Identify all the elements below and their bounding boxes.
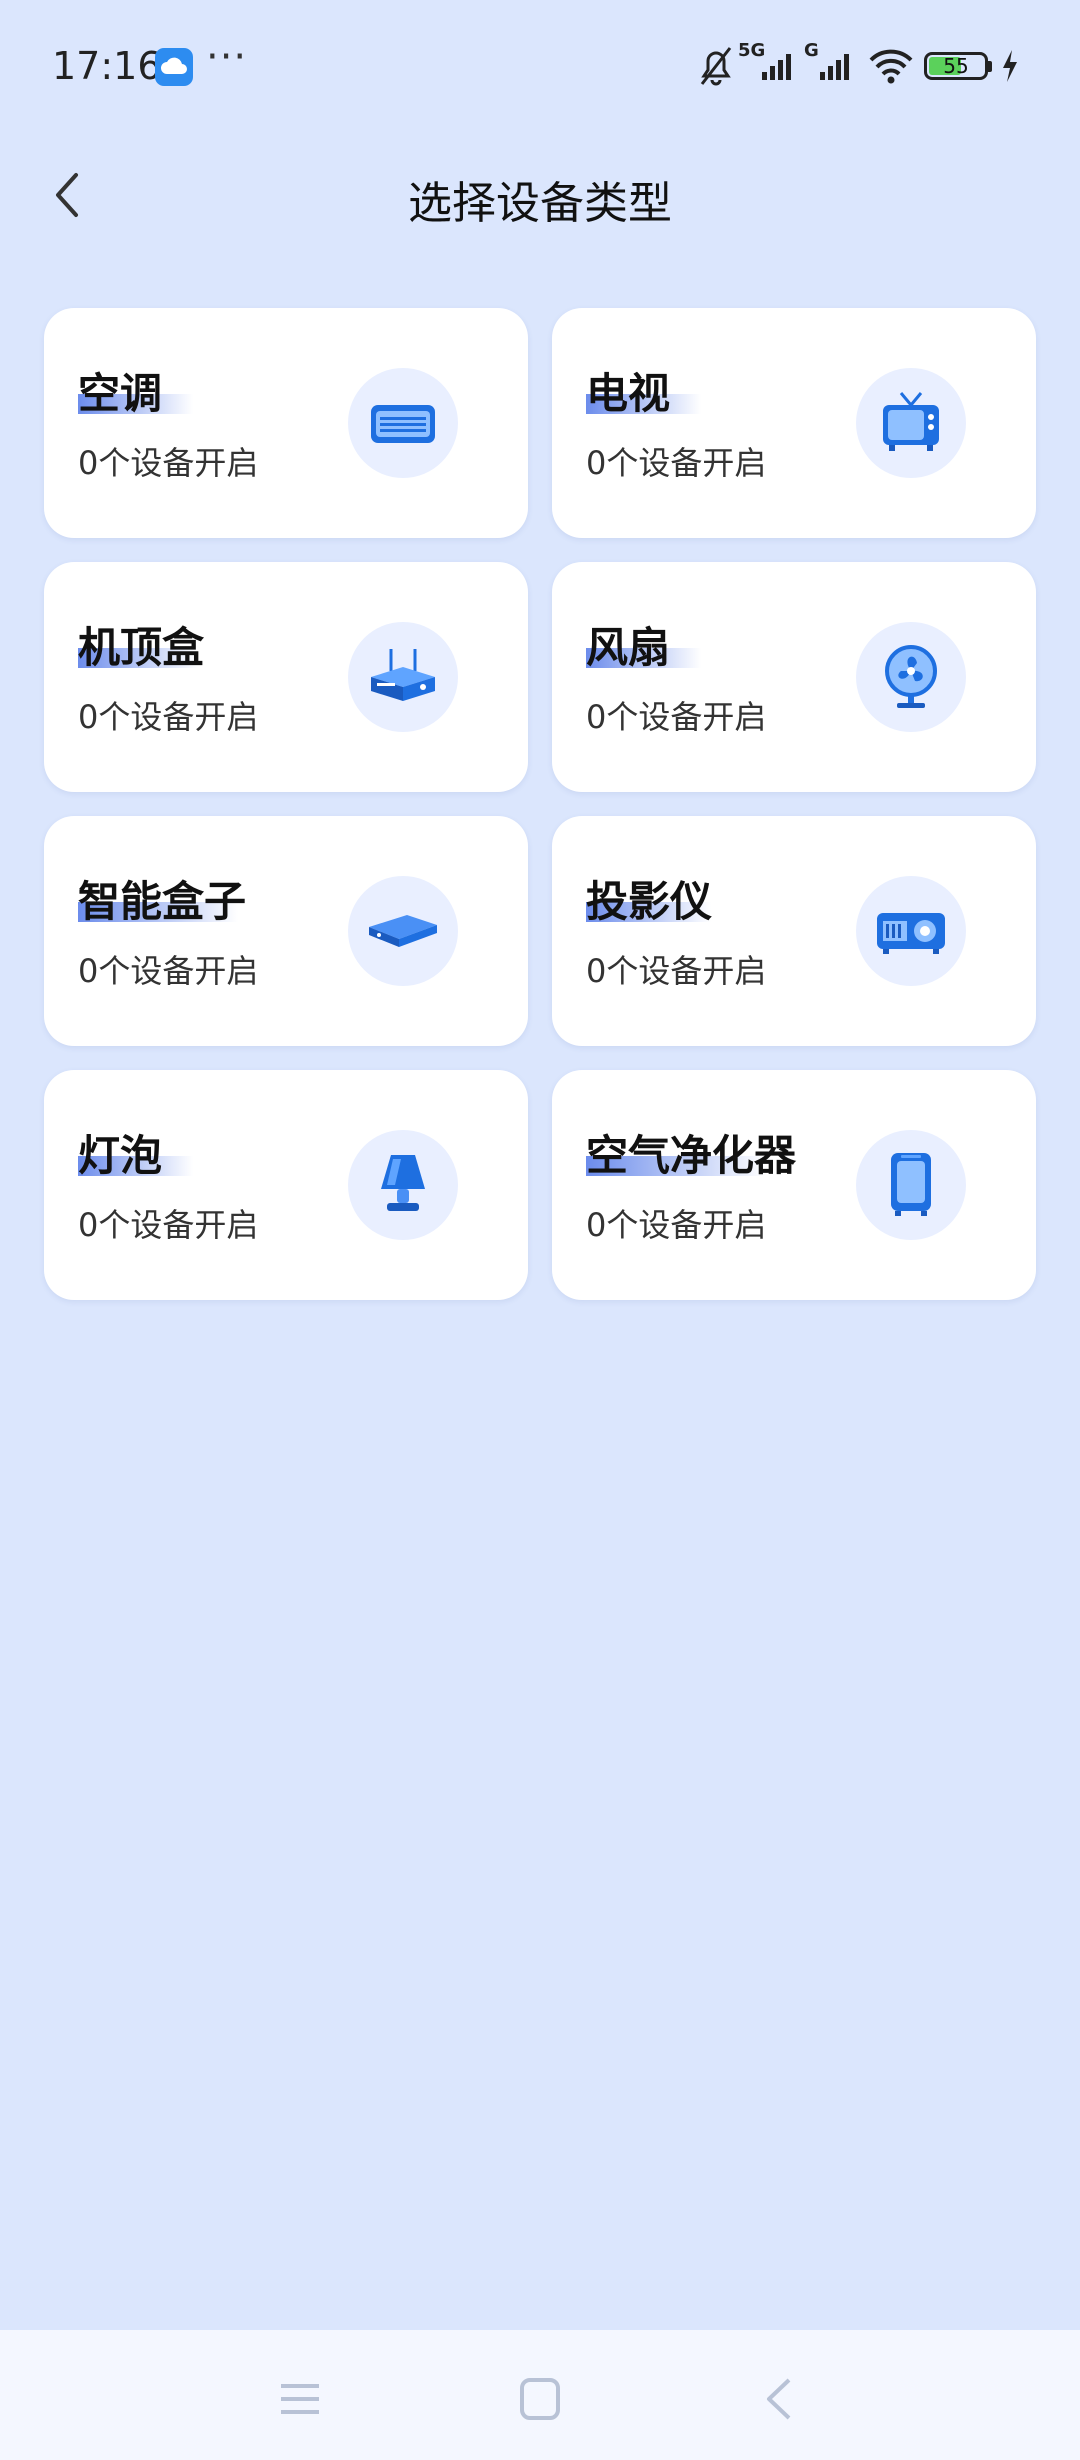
card-title: 智能盒子 — [78, 877, 247, 926]
device-icon-bubble — [856, 1130, 966, 1240]
smart-box-icon — [369, 915, 437, 947]
device-card-tv[interactable]: 电视 0个设备开启 — [552, 308, 1036, 538]
card-title: 电视 — [586, 360, 701, 421]
device-icon-bubble — [348, 622, 458, 732]
card-status: 0个设备开启 — [586, 444, 767, 482]
air-conditioner-icon — [371, 405, 435, 443]
card-title: 空气净化器 — [586, 1131, 797, 1180]
device-card-air-conditioner[interactable]: 空调 0个设备开启 — [44, 308, 528, 538]
cloud-app-icon — [155, 48, 193, 86]
battery-tip — [988, 61, 992, 72]
battery-level: 55 — [943, 54, 969, 78]
device-card-projector[interactable]: 投影仪 0个设备开启 — [552, 816, 1036, 1046]
menu-button[interactable] — [275, 2376, 325, 2422]
more-dots-icon: ··· — [206, 34, 248, 80]
card-status: 0个设备开启 — [586, 952, 767, 990]
back-triangle-icon — [767, 2378, 791, 2420]
device-card-fan[interactable]: 风扇 0个设备开启 — [552, 562, 1036, 792]
device-card-light-bulb[interactable]: 灯泡 0个设备开启 — [44, 1070, 528, 1300]
page-title: 选择设备类型 — [408, 178, 672, 229]
home-square-icon — [520, 2378, 560, 2420]
device-icon-bubble — [348, 876, 458, 986]
menu-icon — [281, 2384, 319, 2414]
card-status: 0个设备开启 — [78, 698, 259, 736]
signal-icon — [820, 54, 849, 80]
silent-bell-icon — [700, 47, 732, 86]
card-title: 灯泡 — [78, 1122, 193, 1183]
home-button[interactable] — [515, 2376, 565, 2422]
card-title: 风扇 — [586, 614, 701, 675]
status-time: 17:16 — [52, 44, 162, 88]
card-title: 机顶盒 — [78, 623, 205, 672]
card-title: 投影仪 — [586, 877, 713, 926]
set-top-box-icon — [371, 649, 435, 701]
fan-icon — [885, 645, 937, 708]
charging-bolt-icon — [1003, 50, 1017, 82]
device-icon-bubble — [348, 368, 458, 478]
network-g-label: G — [804, 40, 819, 61]
device-card-smart-box[interactable]: 智能盒子 0个设备开启 — [44, 816, 528, 1046]
device-icon-bubble — [856, 876, 966, 986]
nav-back-button[interactable] — [755, 2376, 805, 2422]
card-status: 0个设备开启 — [78, 952, 259, 990]
card-status: 0个设备开启 — [586, 698, 767, 736]
device-card-set-top-box[interactable]: 机顶盒 0个设备开启 — [44, 562, 528, 792]
device-icon-bubble — [348, 1130, 458, 1240]
battery-icon: 55 — [924, 52, 988, 80]
status-icons: 5G G 55 — [696, 40, 1036, 88]
tv-icon — [883, 392, 939, 451]
projector-icon — [877, 913, 945, 954]
device-icon-bubble — [856, 368, 966, 478]
lamp-icon — [381, 1155, 425, 1211]
status-bar: 17:16 ··· 5G G 55 — [0, 0, 1080, 135]
card-status: 0个设备开启 — [78, 1206, 259, 1244]
signal-icon — [762, 54, 791, 80]
device-icon-bubble — [856, 622, 966, 732]
system-nav-bar — [0, 2330, 1080, 2460]
card-status: 0个设备开启 — [586, 1206, 767, 1244]
header: 选择设备类型 — [0, 135, 1080, 255]
device-card-air-purifier[interactable]: 空气净化器 0个设备开启 — [552, 1070, 1036, 1300]
card-title: 空调 — [78, 360, 193, 421]
air-purifier-icon — [891, 1153, 931, 1216]
wifi-icon — [869, 49, 913, 84]
card-status: 0个设备开启 — [78, 444, 259, 482]
